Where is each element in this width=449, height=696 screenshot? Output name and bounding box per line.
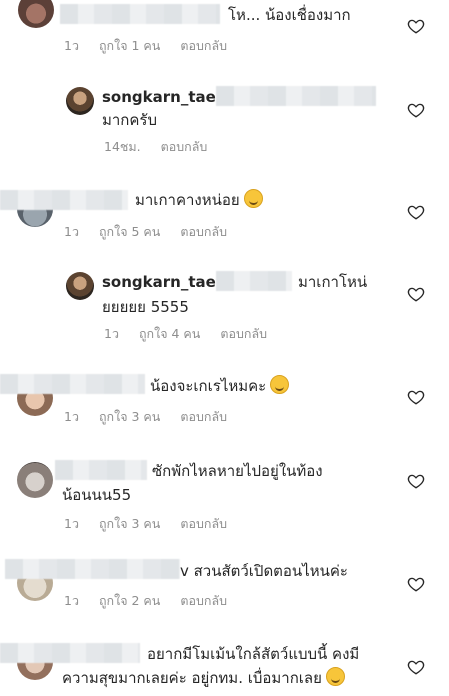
reply-button[interactable]: ตอบกลับ	[180, 593, 227, 608]
comment-username[interactable]: songkarn_tae	[102, 273, 216, 291]
comment-time: 1ว	[64, 516, 79, 531]
reply-button[interactable]: ตอบกลับ	[180, 516, 227, 531]
comment-meta: 1ว ถูกใจ 5 คน ตอบกลับ	[64, 222, 243, 242]
comment-time: 1ว	[64, 38, 79, 53]
comment-text: มาเกาโหน่	[298, 273, 368, 291]
comment-time: 1ว	[104, 326, 119, 341]
like-count[interactable]: ถูกใจ 1 คน	[99, 38, 160, 53]
comment-time: 14ชม.	[104, 139, 141, 154]
comment-time: 1ว	[64, 224, 79, 239]
reply-item: songkarn_tae มาเกาโหน่ ยยยยย 5555 1ว ถูก…	[0, 265, 449, 350]
comment-text-line2: ความสุขมากเลยค่ะ อยู่กทม. เบื่อมากเลย	[62, 666, 345, 690]
smiling-face-emoji	[325, 667, 345, 686]
comment-meta: 1ว ถูกใจ 4 คน ตอบกลับ	[104, 324, 283, 344]
comment-meta: 1ว ถูกใจ 2 คน ตอบกลับ	[64, 591, 243, 611]
avatar[interactable]	[17, 462, 53, 498]
heart-outline-icon[interactable]	[407, 101, 425, 119]
heart-outline-icon[interactable]	[407, 472, 425, 490]
reply-button[interactable]: ตอบกลับ	[220, 326, 267, 341]
like-count[interactable]: ถูกใจ 5 คน	[99, 224, 160, 239]
blurred-username	[55, 460, 147, 480]
heart-outline-icon[interactable]	[407, 388, 425, 406]
comment-text: โห... น้องเชื่องมาก	[228, 6, 351, 24]
smiling-face-emoji	[243, 189, 263, 208]
heart-outline-icon[interactable]	[407, 658, 425, 676]
heart-outline-icon[interactable]	[407, 17, 425, 35]
like-count[interactable]: ถูกใจ 3 คน	[99, 409, 160, 424]
comment-item: มาเกาคางหน่อย 1ว ถูกใจ 5 คน ตอบกลับ	[0, 185, 449, 255]
comment-text: ซักพักไหลหายไปอยู่ในท้อง	[152, 462, 323, 480]
heart-outline-icon[interactable]	[407, 203, 425, 221]
avatar[interactable]	[18, 0, 54, 28]
blurred-mention	[216, 271, 292, 291]
blurred-username	[5, 559, 180, 579]
comment-meta: 1ว ถูกใจ 1 คน ตอบกลับ	[64, 36, 243, 56]
comment-text: v สวนสัตว์เปิดตอนไหนค่ะ	[180, 562, 348, 580]
comment-text: มาเกาคางหน่อย	[135, 188, 263, 212]
comment-time: 1ว	[64, 409, 79, 424]
comment-item: น้องจะเกเรไหมคะ 1ว ถูกใจ 3 คน ตอบกลับ	[0, 370, 449, 435]
comment-meta: 1ว ถูกใจ 3 คน ตอบกลับ	[64, 514, 243, 534]
comment-item: อยากมีโมเม้นใกล้สัตว์แบบนี้ คงมี ความสุข…	[0, 638, 449, 696]
like-count[interactable]: ถูกใจ 2 คน	[99, 593, 160, 608]
comment-text: น้องจะเกเรไหมคะ	[150, 374, 290, 398]
comment-text-line2: ยยยยย 5555	[102, 298, 189, 316]
heart-outline-icon[interactable]	[407, 285, 425, 303]
comment-meta: 1ว ถูกใจ 3 คน ตอบกลับ	[64, 407, 243, 427]
reply-button[interactable]: ตอบกลับ	[180, 409, 227, 424]
comment-time: 1ว	[64, 593, 79, 608]
reply-button[interactable]: ตอบกลับ	[180, 38, 227, 53]
comment-item: โห... น้องเชื่องมาก 1ว ถูกใจ 1 คน ตอบกลั…	[0, 0, 449, 62]
blurred-username	[0, 643, 140, 663]
comment-text-line2: น้อนนน55	[62, 486, 132, 504]
comment-text-content: มาเกาคางหน่อย	[135, 191, 240, 209]
comment-username[interactable]: songkarn_tae	[102, 88, 216, 106]
comment-item: ซักพักไหลหายไปอยู่ในท้อง น้อนนน55 1ว ถูก…	[0, 455, 449, 535]
comment-meta: 14ชม. ตอบกลับ	[104, 137, 223, 157]
avatar[interactable]	[66, 272, 94, 300]
comment-text-content: น้องจะเกเรไหมคะ	[150, 377, 267, 395]
reply-button[interactable]: ตอบกลับ	[180, 224, 227, 239]
blurred-username	[60, 4, 220, 24]
comment-text: มากครับ	[102, 111, 158, 129]
blurred-mention	[216, 86, 376, 106]
like-count[interactable]: ถูกใจ 4 คน	[139, 326, 200, 341]
reply-item: songkarn_tae มากครับ 14ชม. ตอบกลับ	[0, 80, 449, 160]
blurred-username	[0, 374, 145, 394]
smiling-face-emoji	[270, 375, 290, 394]
blurred-username	[0, 190, 128, 210]
avatar[interactable]	[66, 87, 94, 115]
comment-text-content: ความสุขมากเลยค่ะ อยู่กทม. เบื่อมากเลย	[62, 669, 322, 687]
reply-button[interactable]: ตอบกลับ	[161, 139, 208, 154]
like-count[interactable]: ถูกใจ 3 คน	[99, 516, 160, 531]
comment-text: อยากมีโมเม้นใกล้สัตว์แบบนี้ คงมี	[147, 645, 360, 663]
comment-item: v สวนสัตว์เปิดตอนไหนค่ะ 1ว ถูกใจ 2 คน ตอ…	[0, 555, 449, 620]
heart-outline-icon[interactable]	[407, 575, 425, 593]
